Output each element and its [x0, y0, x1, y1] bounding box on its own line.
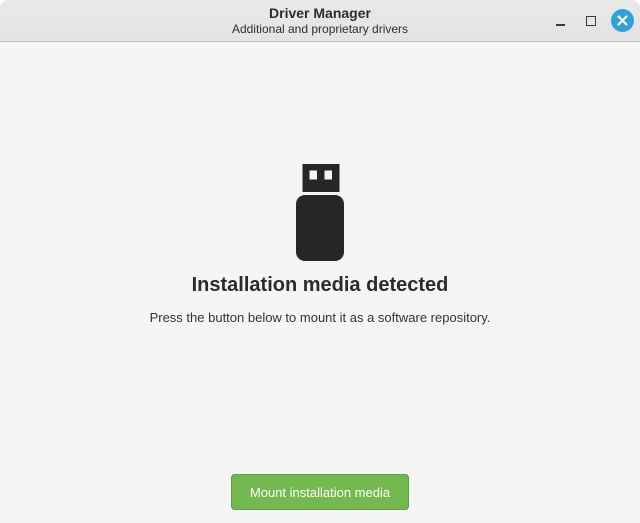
mount-installation-media-button[interactable]: Mount installation media	[231, 474, 409, 510]
titlebar[interactable]: Driver Manager Additional and proprietar…	[0, 0, 640, 42]
minimize-button[interactable]	[548, 8, 573, 33]
window-controls	[548, 0, 634, 41]
usb-drive-icon	[296, 164, 344, 261]
titlebar-text: Driver Manager Additional and proprietar…	[232, 5, 408, 37]
close-button[interactable]	[611, 9, 634, 32]
main-content: Installation media detected Press the bu…	[0, 42, 640, 523]
status-description: Press the button below to mount it as a …	[150, 310, 491, 325]
window-subtitle: Additional and proprietary drivers	[232, 22, 408, 37]
minimize-icon	[556, 24, 565, 26]
close-icon	[617, 15, 628, 26]
status-heading: Installation media detected	[192, 274, 449, 296]
maximize-button[interactable]	[578, 8, 603, 33]
driver-manager-window: Driver Manager Additional and proprietar…	[0, 0, 640, 523]
maximize-icon	[586, 16, 596, 26]
window-title: Driver Manager	[232, 5, 408, 22]
